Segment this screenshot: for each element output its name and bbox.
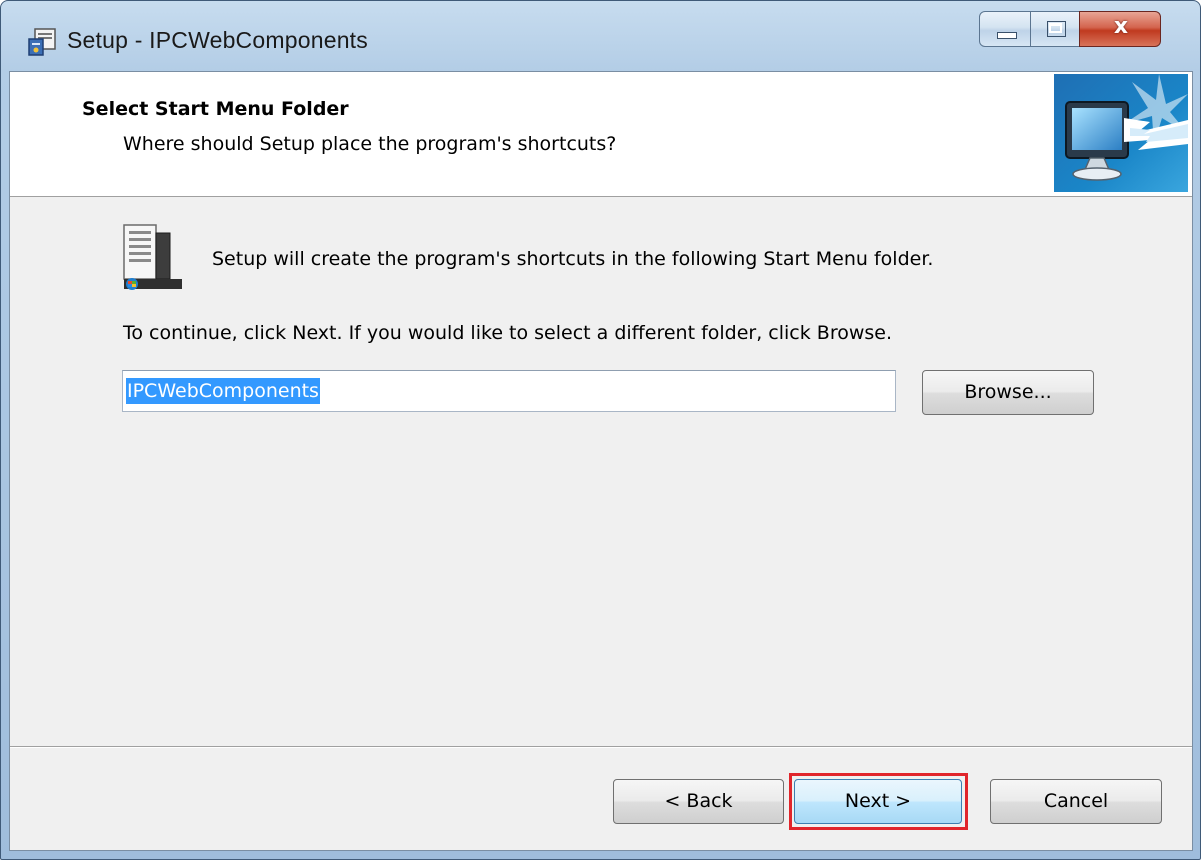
back-button[interactable]: < Back bbox=[613, 779, 784, 824]
computer-monitor-icon bbox=[1054, 74, 1188, 192]
page-title: Select Start Menu Folder bbox=[82, 98, 349, 120]
browse-button[interactable]: Browse... bbox=[922, 370, 1094, 415]
close-icon: x bbox=[1113, 14, 1129, 39]
title-bar[interactable]: Setup - IPCWebComponents x bbox=[1, 1, 1200, 71]
maximize-icon bbox=[1047, 21, 1066, 37]
close-button[interactable]: x bbox=[1079, 11, 1161, 47]
cancel-button[interactable]: Cancel bbox=[990, 779, 1162, 824]
maximize-button[interactable] bbox=[1030, 11, 1080, 47]
wizard-header: Select Start Menu Folder Where should Se… bbox=[10, 72, 1192, 197]
minimize-button[interactable] bbox=[979, 11, 1031, 47]
footer-divider bbox=[10, 746, 1192, 748]
instruction-text: To continue, click Next. If you would li… bbox=[123, 322, 893, 344]
window-title: Setup - IPCWebComponents bbox=[67, 27, 368, 53]
next-button-highlight bbox=[789, 773, 968, 830]
start-menu-folder-input[interactable]: IPCWebComponents bbox=[122, 370, 896, 412]
minimize-icon bbox=[997, 32, 1017, 39]
wizard-client-area: Select Start Menu Folder Where should Se… bbox=[9, 71, 1193, 851]
caption-buttons: x bbox=[979, 11, 1161, 47]
start-menu-folder-icon bbox=[123, 224, 182, 290]
installer-icon bbox=[28, 28, 56, 56]
setup-window: Setup - IPCWebComponents x Select Start … bbox=[0, 0, 1201, 860]
folder-input-value: IPCWebComponents bbox=[126, 378, 320, 404]
intro-text: Setup will create the program's shortcut… bbox=[212, 248, 934, 270]
page-subtitle: Where should Setup place the program's s… bbox=[123, 133, 617, 155]
